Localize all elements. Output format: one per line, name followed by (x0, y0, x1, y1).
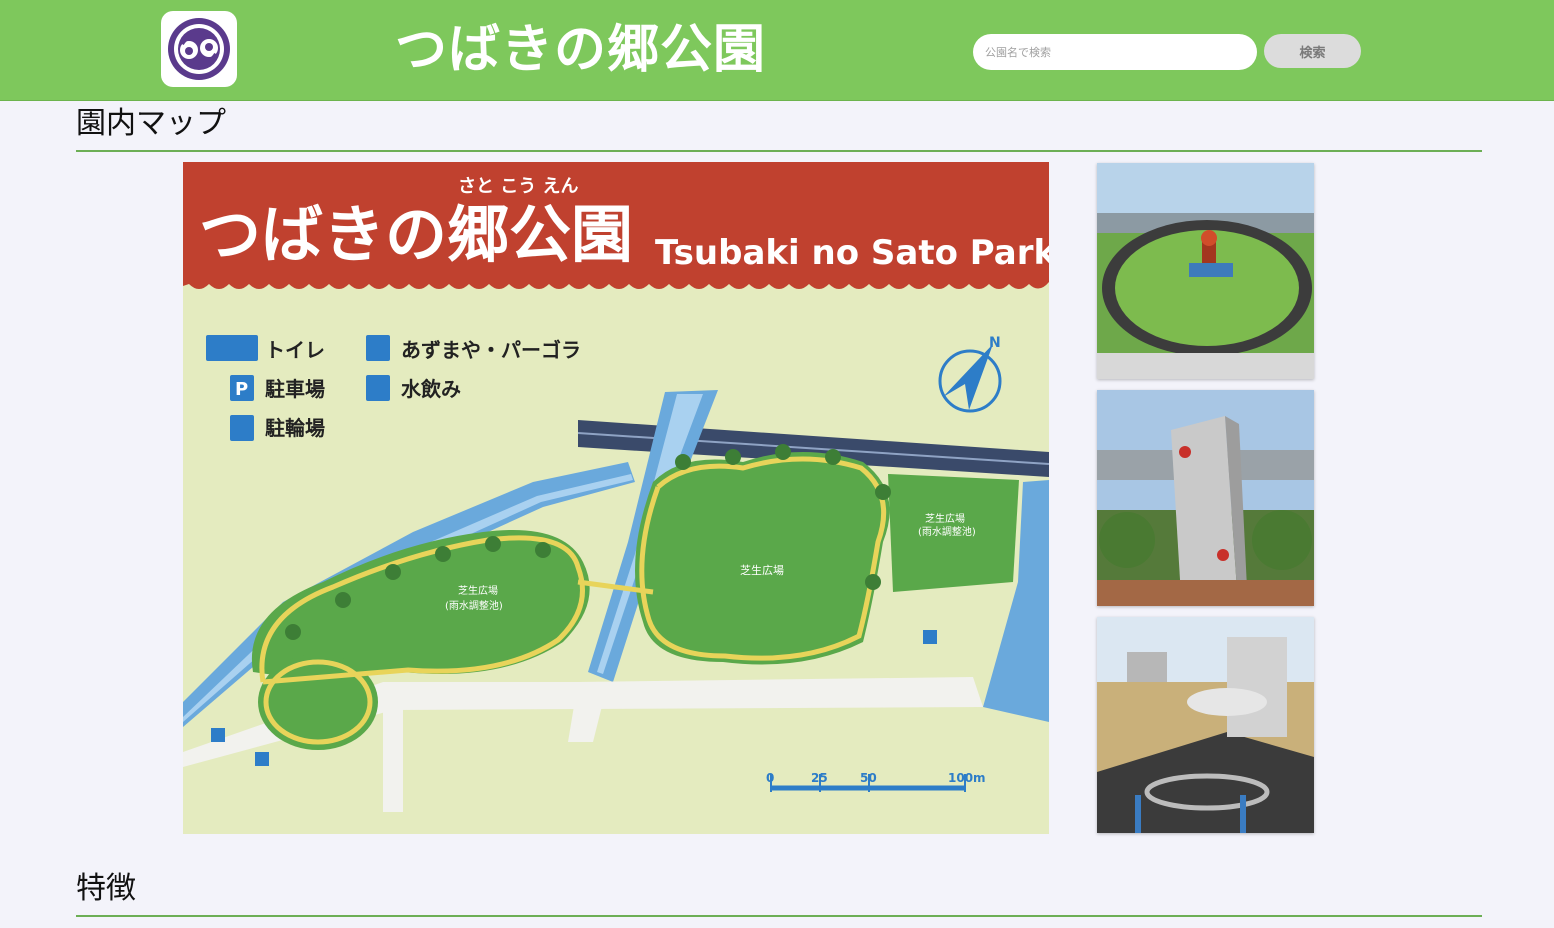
toilet-icon (206, 335, 258, 361)
park-photo-playground[interactable] (1097, 163, 1314, 379)
park-map-image[interactable]: さと こう えん つばきの郷公園 Tsubaki no Sato Park トイ… (183, 162, 1049, 834)
site-header: つばきの郷公園 検索 (0, 0, 1554, 101)
area-lawn-center: 芝生広場 (740, 563, 784, 577)
svg-text:25: 25 (811, 771, 828, 785)
legend-bicycle-label: 駐輪場 (265, 416, 325, 440)
fountain-icon (366, 375, 390, 401)
park-photo-plaza[interactable] (1097, 617, 1314, 833)
park-photo-sign[interactable] (1097, 390, 1314, 606)
svg-text:P: P (235, 379, 248, 400)
area-lawn-left: 芝生広場 (458, 584, 498, 597)
site-title: つばきの郷公園 (395, 20, 767, 80)
map-title-en: Tsubaki no Sato Park (655, 233, 1049, 273)
tsubaki-logo-icon (168, 18, 230, 80)
area-lawn-right-sub: (雨水調整池) (918, 525, 976, 538)
area-lawn-right: 芝生広場 (925, 512, 965, 525)
area-lawn-left-sub: (雨水調整池) (445, 599, 503, 612)
bicycle-icon (230, 415, 254, 441)
legend-parking-label: 駐車場 (265, 377, 325, 401)
map-title-ruby: さと こう えん (458, 176, 579, 197)
legend-arbor-label: あずまや・パーゴラ (401, 338, 581, 362)
map-title-ja: つばきの郷公園 (199, 198, 633, 271)
park-logo[interactable] (161, 11, 237, 87)
legend-fountain-label: 水飲み (401, 377, 461, 401)
arbor-icon (366, 335, 390, 361)
search-button[interactable]: 検索 (1264, 34, 1361, 68)
svg-text:0: 0 (766, 771, 774, 785)
features-section-heading: 特徴 (76, 869, 1482, 917)
map-section-heading: 園内マップ (76, 104, 1482, 152)
legend-toilet-label: トイレ (265, 338, 325, 362)
svg-text:50: 50 (860, 771, 877, 785)
svg-text:100m: 100m (948, 771, 986, 785)
svg-text:N: N (989, 335, 1001, 351)
search-input[interactable] (973, 34, 1257, 70)
